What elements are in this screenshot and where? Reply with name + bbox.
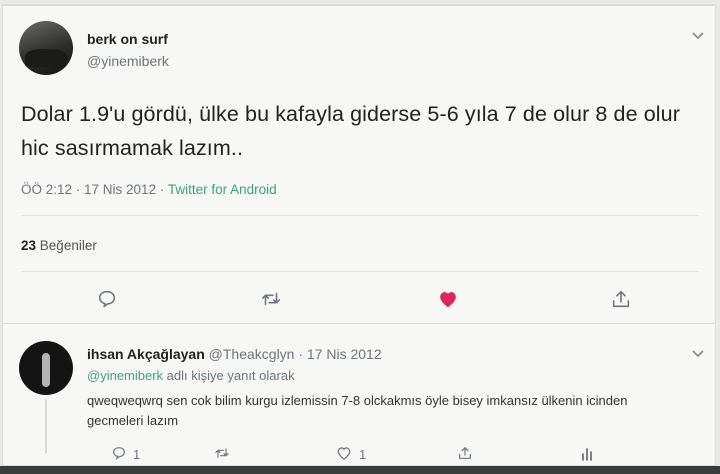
bottom-bar xyxy=(0,466,720,474)
heart-outline-icon xyxy=(335,445,353,464)
user-handle[interactable]: @yinemiberk xyxy=(87,53,169,69)
likes-summary[interactable]: 23 Beğeniler xyxy=(21,238,97,253)
reply-header: ihsan Akçağlayan @Theakcglyn · 17 Nis 20… xyxy=(87,346,382,362)
analytics-icon xyxy=(581,445,595,464)
divider xyxy=(3,323,715,324)
retweet-icon xyxy=(213,445,231,464)
replying-to: @yinemiberk adlı kişiye yanıt olarak xyxy=(87,368,295,383)
reply-reply-button[interactable]: 1 xyxy=(111,445,140,464)
reply-share-button[interactable] xyxy=(457,445,473,464)
avatar[interactable] xyxy=(19,21,73,75)
chevron-down-icon[interactable] xyxy=(691,27,705,43)
tweet-card: berk on surf @yinemiberk Dolar 1.9'u gör… xyxy=(2,4,716,466)
reply-display-name[interactable]: ihsan Akçağlayan xyxy=(87,346,205,362)
retweet-icon[interactable] xyxy=(259,287,283,311)
tweet-text: Dolar 1.9'u gördü, ülke bu kafayla gider… xyxy=(21,102,680,160)
tweet-time[interactable]: ÖÖ 2:12 · 17 Nis 2012 · xyxy=(21,182,168,197)
reply-like-button[interactable]: 1 xyxy=(335,445,366,464)
tweet-meta: ÖÖ 2:12 · 17 Nis 2012 · Twitter for Andr… xyxy=(21,182,277,197)
share-icon xyxy=(457,445,473,464)
reply-date[interactable]: · 17 Nis 2012 xyxy=(294,346,381,362)
divider xyxy=(21,215,699,216)
likes-count: 23 xyxy=(21,238,37,253)
chevron-down-icon[interactable] xyxy=(691,345,705,361)
reply-count: 1 xyxy=(133,447,141,462)
reply-mention[interactable]: @yinemiberk xyxy=(87,368,163,383)
thread-line xyxy=(45,399,47,453)
reply-text: qweqweqwrq sen cok bilim kurgu izlemissi… xyxy=(87,393,628,428)
likes-label: Beğeniler xyxy=(39,238,97,253)
reply-handle[interactable]: @Theakcglyn xyxy=(209,346,295,362)
heart-icon[interactable] xyxy=(436,287,460,311)
divider xyxy=(21,271,699,272)
like-count: 1 xyxy=(359,447,367,462)
display-name[interactable]: berk on surf xyxy=(87,31,168,47)
top-divider xyxy=(3,5,715,6)
reply-analytics-button[interactable] xyxy=(581,445,595,464)
reply-retweet-button[interactable] xyxy=(213,445,231,464)
reply-avatar[interactable] xyxy=(19,341,73,395)
reply-icon xyxy=(111,445,127,464)
reply-to-label: adlı kişiye yanıt olarak xyxy=(163,368,295,383)
tweet-source[interactable]: Twitter for Android xyxy=(168,182,277,197)
reply-icon[interactable] xyxy=(95,287,119,311)
share-icon[interactable] xyxy=(609,287,633,311)
